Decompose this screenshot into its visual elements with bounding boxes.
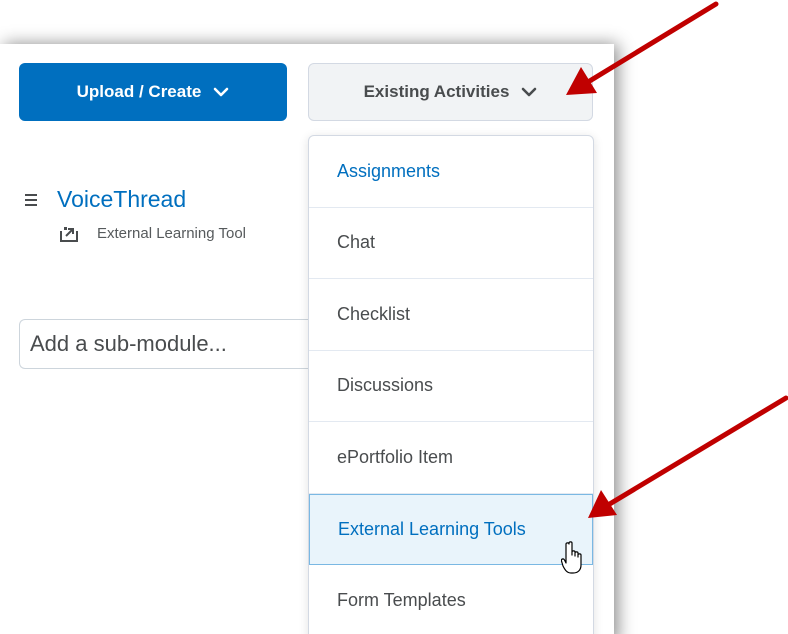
module-title-link[interactable]: VoiceThread bbox=[57, 186, 186, 213]
drag-handle-icon[interactable] bbox=[25, 193, 37, 207]
chevron-down-icon bbox=[214, 87, 229, 97]
external-tool-icon bbox=[60, 227, 78, 242]
existing-activities-button[interactable]: Existing Activities bbox=[308, 63, 593, 121]
menu-item-external-learning-tools[interactable]: External Learning Tools bbox=[309, 493, 593, 565]
menu-item-checklist[interactable]: Checklist bbox=[309, 279, 593, 351]
existing-activities-label: Existing Activities bbox=[363, 82, 510, 101]
module-subtitle: External Learning Tool bbox=[97, 225, 246, 242]
upload-create-button[interactable]: Upload / Create bbox=[19, 63, 287, 121]
sub-module-input[interactable]: Add a sub-module... bbox=[19, 319, 319, 369]
arrow-to-external-learning-tools bbox=[588, 395, 788, 518]
menu-item-chat[interactable]: Chat bbox=[309, 208, 593, 279]
chevron-down-icon bbox=[522, 87, 537, 97]
existing-activities-menu: Assignments Chat Checklist Discussions e… bbox=[308, 135, 594, 634]
hand-cursor-icon bbox=[561, 541, 582, 574]
menu-item-form-templates[interactable]: Form Templates bbox=[309, 565, 593, 634]
menu-item-discussions[interactable]: Discussions bbox=[309, 351, 593, 422]
menu-item-eportfolio-item[interactable]: ePortfolio Item bbox=[309, 422, 593, 494]
upload-create-label: Upload / Create bbox=[76, 82, 202, 101]
sub-module-placeholder: Add a sub-module... bbox=[30, 331, 227, 356]
menu-item-assignments[interactable]: Assignments bbox=[309, 136, 593, 208]
